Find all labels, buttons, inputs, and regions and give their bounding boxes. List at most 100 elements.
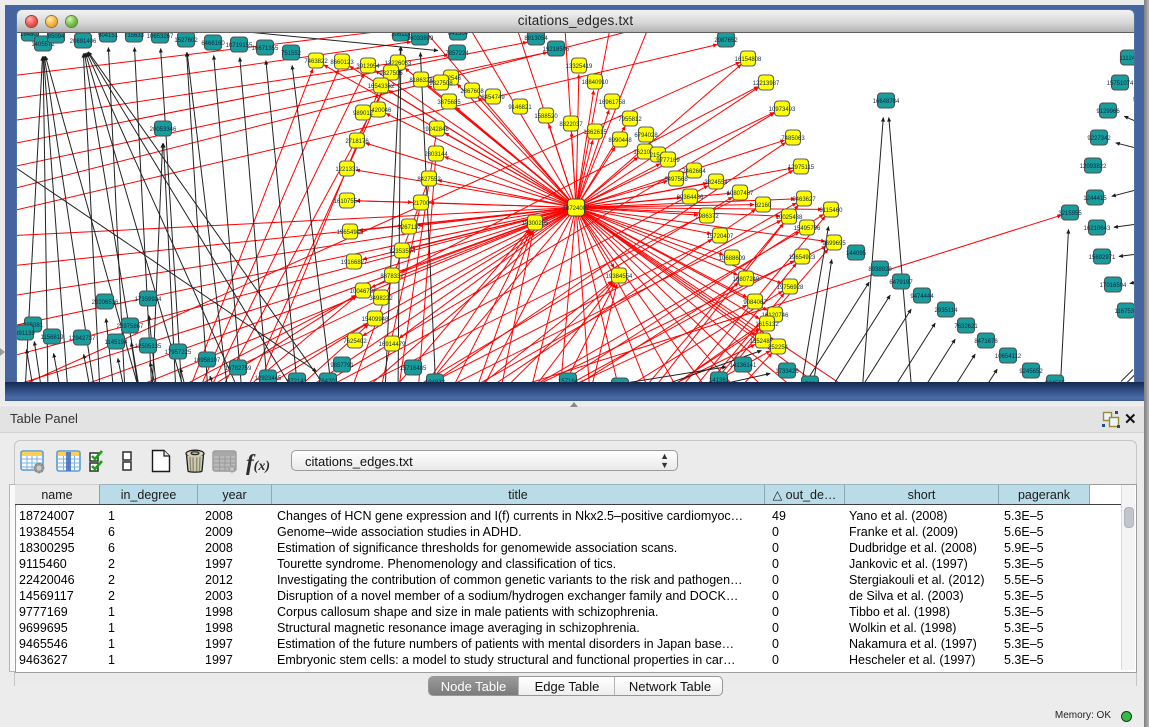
svg-text:13325419: 13325419 — [566, 63, 593, 69]
svg-text:111243: 111243 — [1119, 55, 1134, 61]
svg-text:7462664: 7462664 — [682, 168, 706, 174]
svg-text:3498222: 3498222 — [369, 295, 393, 301]
svg-text:1156819: 1156819 — [41, 334, 65, 340]
svg-text:10807487: 10807487 — [727, 190, 754, 196]
svg-text:9084067: 9084067 — [743, 299, 767, 305]
svg-text:18300295: 18300295 — [522, 220, 549, 226]
svg-text:9146821: 9146821 — [508, 104, 532, 110]
svg-text:6497568: 6497568 — [664, 176, 688, 182]
svg-text:6794028: 6794028 — [634, 132, 658, 138]
svg-text:2935114: 2935114 — [935, 307, 959, 313]
svg-text:19654945: 19654945 — [337, 229, 364, 235]
svg-text:8813054: 8813054 — [524, 35, 548, 41]
svg-text:9227342: 9227342 — [1087, 135, 1111, 141]
svg-text:252254: 252254 — [768, 344, 789, 350]
svg-text:2718176: 2718176 — [345, 138, 369, 144]
svg-text:18724007: 18724007 — [563, 205, 590, 211]
svg-text:18807249: 18807249 — [733, 276, 760, 282]
svg-text:9327508: 9327508 — [429, 80, 453, 86]
svg-text:15751074: 15751074 — [1107, 80, 1134, 86]
svg-text:10973493: 10973493 — [769, 106, 796, 112]
svg-text:15716485: 15716485 — [400, 365, 427, 371]
svg-text:1362615: 1362615 — [583, 129, 607, 135]
svg-text:21700: 21700 — [413, 200, 430, 206]
svg-text:12505135: 12505135 — [135, 343, 162, 349]
svg-text:62160: 62160 — [755, 202, 772, 208]
svg-text:8990448: 8990448 — [608, 137, 632, 143]
svg-text:1145194: 1145194 — [105, 339, 129, 345]
svg-text:85094: 85094 — [48, 33, 65, 39]
svg-text:9463627: 9463627 — [792, 196, 816, 202]
svg-text:15692971: 15692971 — [1089, 254, 1116, 260]
svg-text:12942737: 12942737 — [69, 335, 96, 341]
svg-text:9115460: 9115460 — [820, 207, 844, 213]
svg-text:1588520: 1588520 — [534, 113, 558, 119]
svg-text:7986372: 7986372 — [695, 213, 719, 219]
svg-text:12353594: 12353594 — [389, 248, 416, 254]
svg-text:16154808: 16154808 — [735, 56, 762, 62]
svg-text:7955812: 7955812 — [618, 116, 642, 122]
svg-text:7632621: 7632621 — [954, 323, 978, 329]
svg-text:17957225: 17957225 — [165, 349, 192, 355]
svg-text:12923445: 12923445 — [255, 375, 282, 381]
svg-text:751552: 751552 — [281, 50, 302, 56]
svg-text:16033809: 16033809 — [407, 35, 434, 41]
svg-text:10688609: 10688609 — [719, 255, 746, 261]
svg-text:8454749: 8454749 — [481, 94, 505, 100]
svg-text:19218506: 19218506 — [543, 46, 570, 52]
svg-text:3875685: 3875685 — [437, 99, 461, 105]
svg-text:10025438: 10025438 — [776, 214, 803, 220]
svg-text:8471676: 8471676 — [974, 338, 998, 344]
svg-text:7463822: 7463822 — [304, 58, 328, 64]
svg-text:16107554: 16107554 — [334, 198, 361, 204]
svg-text:12213987: 12213987 — [753, 80, 780, 86]
svg-text:9474444: 9474444 — [910, 293, 934, 299]
svg-text:10719155: 10719155 — [226, 42, 253, 48]
svg-text:9857791: 9857791 — [330, 362, 354, 368]
svg-text:9699695: 9699695 — [822, 240, 846, 246]
svg-text:20206516: 20206516 — [92, 299, 119, 305]
svg-text:10046736: 10046736 — [350, 288, 377, 294]
svg-text:391139: 391139 — [17, 330, 35, 336]
svg-text:2087652: 2087652 — [714, 37, 738, 43]
svg-text:7857224: 7857224 — [445, 50, 469, 56]
svg-text:8660123: 8660123 — [330, 59, 354, 65]
svg-text:16210643: 16210643 — [1084, 225, 1111, 231]
svg-text:16671355: 16671355 — [252, 45, 279, 51]
svg-text:7625402: 7625402 — [343, 338, 367, 344]
svg-text:1167533: 1167533 — [1115, 308, 1134, 314]
svg-text:1244415: 1244415 — [1083, 195, 1107, 201]
svg-text:16961758: 16961758 — [599, 99, 626, 105]
svg-text:15720407: 15720407 — [707, 233, 734, 239]
svg-text:6466160: 6466160 — [201, 40, 225, 46]
svg-text:8427552: 8427552 — [417, 176, 441, 182]
svg-text:17016504: 17016504 — [1100, 282, 1127, 288]
svg-text:14136141: 14136141 — [730, 362, 757, 368]
svg-text:23975867: 23975867 — [117, 323, 144, 329]
svg-text:16782759: 16782759 — [225, 365, 252, 371]
svg-text:1527602: 1527602 — [174, 37, 198, 43]
svg-text:6479197: 6479197 — [889, 279, 913, 285]
svg-text:7485063: 7485063 — [781, 135, 805, 141]
svg-text:19756928: 19756928 — [777, 284, 804, 290]
svg-text:1615132: 1615132 — [755, 321, 779, 327]
svg-text:3824554: 3824554 — [704, 179, 728, 185]
svg-text:9245652: 9245652 — [1019, 368, 1043, 374]
svg-text:9129966: 9129966 — [1096, 108, 1120, 114]
svg-text:12975115: 12975115 — [788, 164, 815, 170]
svg-text:3267110: 3267110 — [398, 224, 422, 230]
svg-text:9242848: 9242848 — [425, 126, 449, 132]
svg-text:9327505: 9327505 — [379, 70, 403, 76]
svg-text:16914479: 16914479 — [379, 341, 406, 347]
svg-text:15409948: 15409948 — [362, 316, 389, 322]
svg-text:20053346: 20053346 — [150, 126, 177, 132]
svg-text:16543362: 16543362 — [368, 83, 395, 89]
svg-text:12093822: 12093822 — [1080, 163, 1107, 169]
svg-text:17359924: 17359924 — [135, 296, 162, 302]
svg-text:10958107: 10958107 — [194, 357, 221, 363]
svg-text:8322037: 8322037 — [559, 121, 583, 127]
svg-text:10653267: 10653267 — [147, 33, 174, 39]
svg-text:3912954: 3912954 — [356, 63, 380, 69]
svg-text:16648784: 16648784 — [873, 98, 900, 104]
svg-text:2803144: 2803144 — [424, 151, 448, 157]
